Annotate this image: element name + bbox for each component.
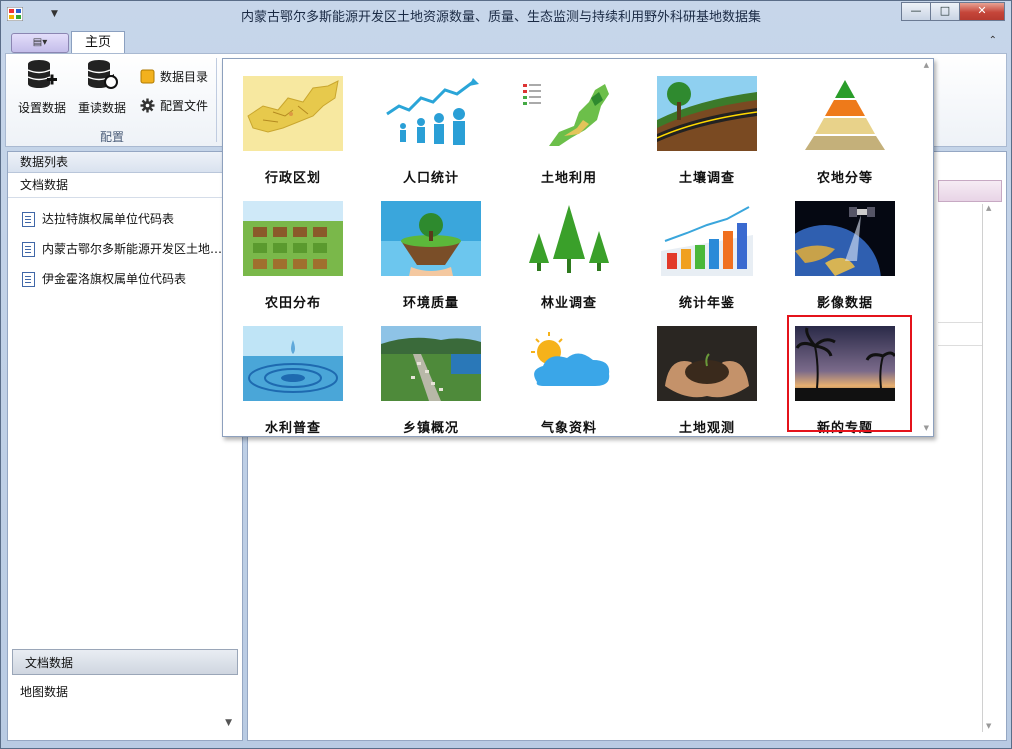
nav-overflow-icon[interactable]: ▼ — [225, 718, 232, 728]
tab-home[interactable]: 主页 — [71, 31, 125, 54]
reload-data-button[interactable]: 重读数据 — [74, 58, 130, 116]
population-icon — [381, 76, 481, 151]
gallery-item-weather[interactable]: 气象资料 — [509, 326, 629, 436]
gallery-item-water-census[interactable]: 水利普查 — [233, 326, 353, 436]
data-catalog-button[interactable]: 数据目录 — [140, 68, 208, 85]
window-controls: — □ ✕ — [901, 2, 1005, 21]
list-item[interactable]: 伊金霍洛旗权属单位代码表 — [8, 264, 242, 294]
soil-hands-icon — [657, 326, 757, 401]
selection-highlight — [787, 315, 912, 432]
maximize-button[interactable]: □ — [930, 2, 960, 21]
gallery-item-statistical-yearbook[interactable]: 统计年鉴 — [647, 201, 767, 321]
trees-icon — [519, 201, 619, 276]
panel-header: 数据列表 — [8, 152, 242, 173]
database-reload-icon — [87, 60, 118, 89]
content-row — [938, 322, 982, 346]
pyramid-icon — [795, 76, 895, 151]
gallery-item-farmland-grading[interactable]: 农地分等 — [785, 76, 905, 196]
database-add-icon — [27, 60, 57, 88]
document-icon — [22, 272, 35, 287]
gallery-item-label: 水利普查 — [264, 421, 321, 436]
nav-document-data[interactable]: 文档数据 — [12, 649, 238, 675]
data-list-panel: 数据列表 文档数据 ◀ 达拉特旗权属单位代码表 内蒙古鄂尔多斯能源开发区土地… … — [7, 151, 243, 741]
gallery-item-label: 环境质量 — [402, 296, 459, 311]
gallery-item-admin-division[interactable]: 行政区划 — [233, 76, 353, 196]
gallery-item-label: 行政区划 — [264, 171, 321, 186]
land-use-map-icon — [519, 76, 619, 151]
list-item[interactable]: 达拉特旗权属单位代码表 — [8, 204, 242, 234]
document-icon — [22, 212, 35, 227]
town-aerial-icon — [381, 326, 481, 401]
gallery-item-land-observation[interactable]: 土地观测 — [647, 326, 767, 436]
list-item-label: 达拉特旗权属单位代码表 — [42, 212, 175, 226]
gear-icon — [140, 98, 155, 113]
administrative-map-icon — [243, 76, 343, 151]
data-catalog-label: 数据目录 — [160, 70, 209, 84]
config-file-label: 配置文件 — [160, 99, 209, 113]
panel-caption — [938, 180, 1002, 202]
close-button[interactable]: ✕ — [959, 2, 1005, 21]
gallery-item-forestry-survey[interactable]: 林业调查 — [509, 201, 629, 321]
gallery-item-environment-quality[interactable]: 环境质量 — [371, 201, 491, 321]
ribbon-collapse-icon[interactable]: ⌃ — [989, 35, 997, 46]
section-header: 文档数据 ◀ — [8, 173, 242, 198]
farmland-icon — [243, 201, 343, 276]
vertical-scrollbar[interactable] — [982, 204, 997, 732]
nav-map-data[interactable]: 地图数据 — [8, 679, 242, 705]
soil-layers-icon — [656, 76, 758, 151]
gallery-item-soil-survey[interactable]: 土壤调查 — [647, 76, 767, 196]
gallery-item-imagery[interactable]: 影像数据 — [769, 201, 905, 337]
water-drop-icon — [243, 326, 343, 401]
gallery-item-population[interactable]: 人口统计 — [371, 76, 491, 196]
gallery-scroll-down-icon[interactable]: ▼ — [924, 424, 929, 432]
gallery-item-farmland-distribution[interactable]: 农田分布 — [233, 201, 353, 321]
gallery-item-label: 土地利用 — [540, 171, 597, 186]
satellite-icon — [769, 201, 895, 337]
ribbon-group-label: 配置 — [99, 130, 124, 144]
catalog-icon — [140, 69, 155, 84]
list-item[interactable]: 内蒙古鄂尔多斯能源开发区土地… — [8, 234, 242, 264]
scroll-up-icon[interactable]: ▲ — [986, 204, 991, 212]
document-icon — [22, 242, 35, 257]
gallery-scroll-up-icon[interactable]: ▲ — [924, 61, 929, 69]
bar-chart-icon — [657, 201, 757, 276]
title-bar: ▼ 内蒙古鄂尔多斯能源开发区土地资源数量、质量、生态监测与持续利用野外科研基地数… — [1, 1, 1011, 27]
set-data-label: 设置数据 — [17, 101, 66, 115]
gallery-item-label: 农田分布 — [264, 296, 321, 311]
minimize-button[interactable]: — — [901, 2, 931, 21]
reload-data-label: 重读数据 — [77, 101, 126, 115]
ribbon-tab-row: ▤▾ 主页 ⌃ — [5, 31, 1007, 54]
window-title: 内蒙古鄂尔多斯能源开发区土地资源数量、质量、生态监测与持续利用野外科研基地数据集 — [241, 10, 762, 25]
gallery-item-label: 影像数据 — [816, 296, 873, 311]
application-menu-button[interactable]: ▤▾ — [11, 33, 69, 53]
gallery-item-label: 人口统计 — [402, 171, 459, 186]
quick-access-dropdown-icon[interactable]: ▼ — [51, 9, 58, 19]
gallery-item-land-use[interactable]: 土地利用 — [509, 76, 629, 196]
ribbon-group-separator — [216, 58, 217, 142]
app-window: ▼ 内蒙古鄂尔多斯能源开发区土地资源数量、质量、生态监测与持续利用野外科研基地数… — [0, 0, 1012, 749]
gallery-item-town-overview[interactable]: 乡镇概况 — [371, 326, 491, 436]
gallery-item-label: 气象资料 — [540, 421, 597, 436]
gallery-item-label: 统计年鉴 — [678, 296, 735, 311]
gallery-item-label: 土壤调查 — [678, 171, 735, 186]
gallery-item-label: 乡镇概况 — [402, 421, 459, 436]
config-file-button[interactable]: 配置文件 — [140, 97, 208, 114]
gallery-item-label: 农地分等 — [816, 171, 873, 186]
gallery-item-label: 土地观测 — [678, 421, 735, 436]
set-data-button[interactable]: 设置数据 — [14, 58, 70, 116]
section-title: 文档数据 — [20, 178, 69, 192]
scroll-down-icon[interactable]: ▼ — [986, 722, 991, 730]
gallery-item-label: 林业调查 — [540, 296, 597, 311]
weather-icon — [519, 326, 619, 401]
app-icon[interactable] — [7, 7, 23, 21]
floating-island-icon — [381, 201, 481, 276]
list-item-label: 内蒙古鄂尔多斯能源开发区土地… — [42, 242, 223, 256]
list-item-label: 伊金霍洛旗权属单位代码表 — [42, 272, 187, 286]
